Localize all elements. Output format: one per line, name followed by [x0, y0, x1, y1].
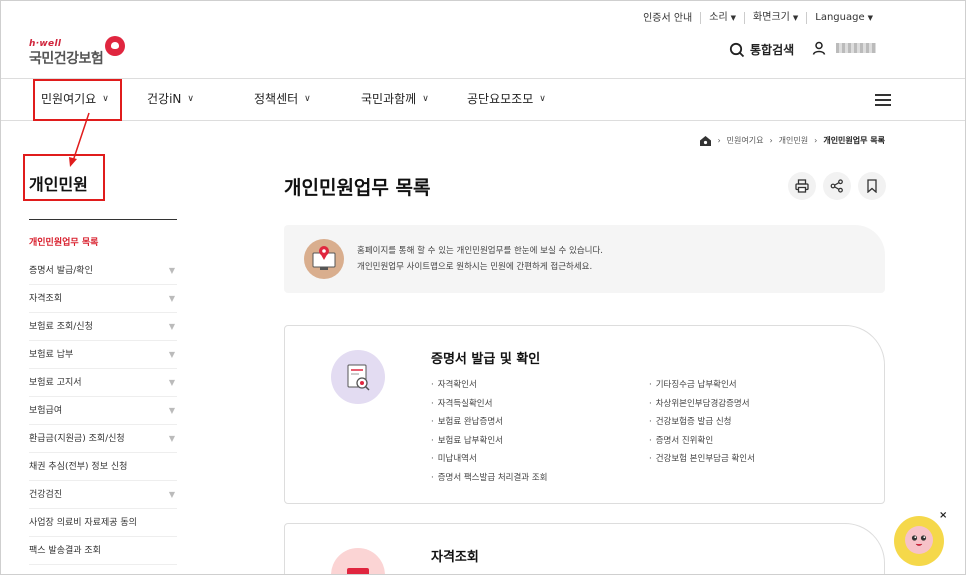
sidebar-divider: [29, 219, 177, 220]
monitor-location-icon: [304, 239, 344, 279]
chevron-down-icon: ▼: [730, 14, 737, 22]
sidebar-item-medical-data-consent[interactable]: 사업장 의료비 자료제공 동의: [29, 509, 177, 537]
qualification-icon: [331, 548, 385, 574]
card-link-column: 자격확인서 자격득실확인서 보험료 완납증명서 보험료 납부확인서 미납내역서 …: [431, 376, 548, 488]
category-card-certificate: 증명서 발급 및 확인 자격확인서 자격득실확인서 보험료 완납증명서 보험료 …: [284, 325, 885, 504]
gnb-label: 건강iN: [147, 92, 182, 106]
sidebar-item-debt-collection[interactable]: 채권 추심(전부) 정보 신청: [29, 453, 177, 481]
sidebar-item-premium-bill[interactable]: 보험료 고지서 ▼: [29, 369, 177, 397]
logo-text: 국민건강보험: [29, 51, 104, 67]
sidebar-title: 개인민원: [29, 175, 88, 194]
mascot-face-icon: [905, 526, 933, 554]
chevron-down-icon: ▼: [792, 14, 799, 22]
card-link[interactable]: 자격확인서: [431, 376, 547, 395]
breadcrumb: › 민원여기요 › 개인민원 › 개인민원업무 목록: [700, 135, 885, 146]
search-icon: [729, 42, 745, 57]
main-navigation: 민원여기요 ∨ 건강iN ∨ 정책센터 ∨ 국민과함께 ∨ 공단요모조모 ∨: [1, 78, 965, 121]
sidebar-item-benefits[interactable]: 보험급여 ▼: [29, 397, 177, 425]
card-link[interactable]: 보험료 완납증명서: [431, 413, 547, 432]
sidebar-item-list[interactable]: 개인민원업무 목록: [29, 229, 177, 257]
print-icon: [795, 179, 809, 193]
category-card-qualification: 자격조회: [284, 523, 885, 574]
user-menu[interactable]: [812, 41, 876, 55]
certificate-icon: [331, 350, 385, 404]
bookmark-button[interactable]: [858, 172, 886, 200]
dropdown-triangle-icon: ▼: [168, 406, 175, 415]
sidebar-item-premium-inquiry[interactable]: 보험료 조회/신청 ▼: [29, 313, 177, 341]
dropdown-triangle-icon: ▼: [168, 434, 175, 443]
dropdown-triangle-icon: ▼: [168, 490, 175, 499]
card-link[interactable]: 건강보험증 발급 신청: [649, 413, 755, 432]
chatbot-mascot-button[interactable]: [894, 516, 944, 566]
page-frame: 인증서 안내 소리 ▼ 화면크기 ▼ Language ▼ h·well 국민건강보험…: [0, 0, 966, 575]
breadcrumb-separator: ›: [814, 136, 818, 145]
breadcrumb-item[interactable]: 민원여기요: [727, 135, 764, 146]
gnb-label: 국민과함께: [361, 92, 417, 106]
user-name-redacted: [836, 43, 876, 53]
sound-menu[interactable]: 소리 ▼: [700, 12, 744, 24]
card-link[interactable]: 증명서 진위확인: [649, 432, 755, 451]
card-link[interactable]: 증명서 팩스발급 처리결과 조회: [431, 469, 548, 488]
breadcrumb-current: 개인민원업무 목록: [823, 136, 885, 145]
dropdown-triangle-icon: ▼: [168, 322, 175, 331]
gnb-item-about[interactable]: 공단요모조모 ∨: [467, 79, 546, 120]
sidebar-item-refund[interactable]: 환급금(지원금) 조회/신청 ▼: [29, 425, 177, 453]
close-icon[interactable]: ×: [939, 510, 947, 521]
dropdown-triangle-icon: ▼: [168, 294, 175, 303]
sidebar-item-checkup[interactable]: 건강검진 ▼: [29, 481, 177, 509]
chevron-down-icon: ∨: [187, 94, 194, 104]
info-banner: 홈페이지를 통해 할 수 있는 개인민원업무를 한눈에 보실 수 있습니다. 개…: [284, 225, 885, 293]
breadcrumb-separator: ›: [717, 136, 721, 145]
site-logo[interactable]: h·well 국민건강보험: [29, 36, 125, 68]
integrated-search-button[interactable]: 통합검색: [729, 41, 794, 58]
sidebar-item-fax-result[interactable]: 팩스 발송결과 조회: [29, 537, 177, 565]
sidebar-item-qualification[interactable]: 자격조회 ▼: [29, 285, 177, 313]
gnb-item-health-in[interactable]: 건강iN ∨: [147, 79, 194, 120]
chevron-down-icon: ∨: [304, 94, 311, 104]
gnb-label: 공단요모조모: [467, 92, 534, 106]
card-link[interactable]: 자격득실확인서: [431, 395, 547, 414]
search-label: 통합검색: [750, 43, 795, 57]
heart-logo-icon: [105, 36, 125, 56]
hamburger-menu-icon[interactable]: [875, 94, 891, 109]
share-icon: [830, 179, 843, 193]
share-button[interactable]: [823, 172, 851, 200]
sidebar-item-certificate[interactable]: 증명서 발급/확인 ▼: [29, 257, 177, 285]
print-button[interactable]: [788, 172, 816, 200]
cert-guide-link[interactable]: 인증서 안내: [635, 13, 700, 24]
screen-size-menu[interactable]: 화면크기 ▼: [744, 12, 806, 24]
card-link[interactable]: 차상위본인부담경감증명서: [649, 395, 755, 414]
gnb-item-policy-center[interactable]: 정책센터 ∨: [254, 79, 311, 120]
chevron-down-icon: ▼: [867, 14, 873, 22]
dropdown-triangle-icon: ▼: [168, 378, 175, 387]
card-link[interactable]: 기타징수금 납부확인서: [649, 376, 755, 395]
card-title: 자격조회: [431, 550, 479, 565]
gnb-label: 정책센터: [254, 92, 299, 106]
card-link[interactable]: 건강보험 본인부담금 확인서: [649, 450, 755, 469]
page-title: 개인민원업무 목록: [284, 177, 431, 199]
chevron-down-icon: ∨: [539, 94, 546, 104]
bookmark-icon: [867, 179, 877, 193]
breadcrumb-item[interactable]: 개인민원: [779, 135, 808, 146]
card-link-column: 기타징수금 납부확인서 차상위본인부담경감증명서 건강보험증 발급 신청 증명서…: [649, 376, 755, 469]
language-menu[interactable]: Language ▼: [806, 12, 881, 24]
info-text: 홈페이지를 통해 할 수 있는 개인민원업무를 한눈에 보실 수 있습니다. 개…: [357, 246, 603, 272]
card-title: 증명서 발급 및 확인: [431, 352, 541, 367]
user-icon: [812, 41, 826, 55]
utility-bar: 인증서 안내 소리 ▼ 화면크기 ▼ Language ▼: [635, 12, 881, 24]
card-link[interactable]: 미납내역서: [431, 450, 547, 469]
chevron-down-icon: ∨: [422, 94, 429, 104]
sidebar-item-premium-payment[interactable]: 보험료 납부 ▼: [29, 341, 177, 369]
home-icon[interactable]: [700, 135, 712, 146]
card-link[interactable]: 보험료 납부확인서: [431, 432, 547, 451]
gnb-item-with-people[interactable]: 국민과함께 ∨: [361, 79, 429, 120]
dropdown-triangle-icon: ▼: [168, 350, 175, 359]
sidebar-menu: 개인민원업무 목록 증명서 발급/확인 ▼ 자격조회 ▼ 보험료 조회/신청 ▼ 보험…: [29, 229, 177, 565]
dropdown-triangle-icon: ▼: [168, 266, 175, 275]
highlight-box-gnb: [33, 79, 122, 121]
breadcrumb-separator: ›: [769, 136, 773, 145]
